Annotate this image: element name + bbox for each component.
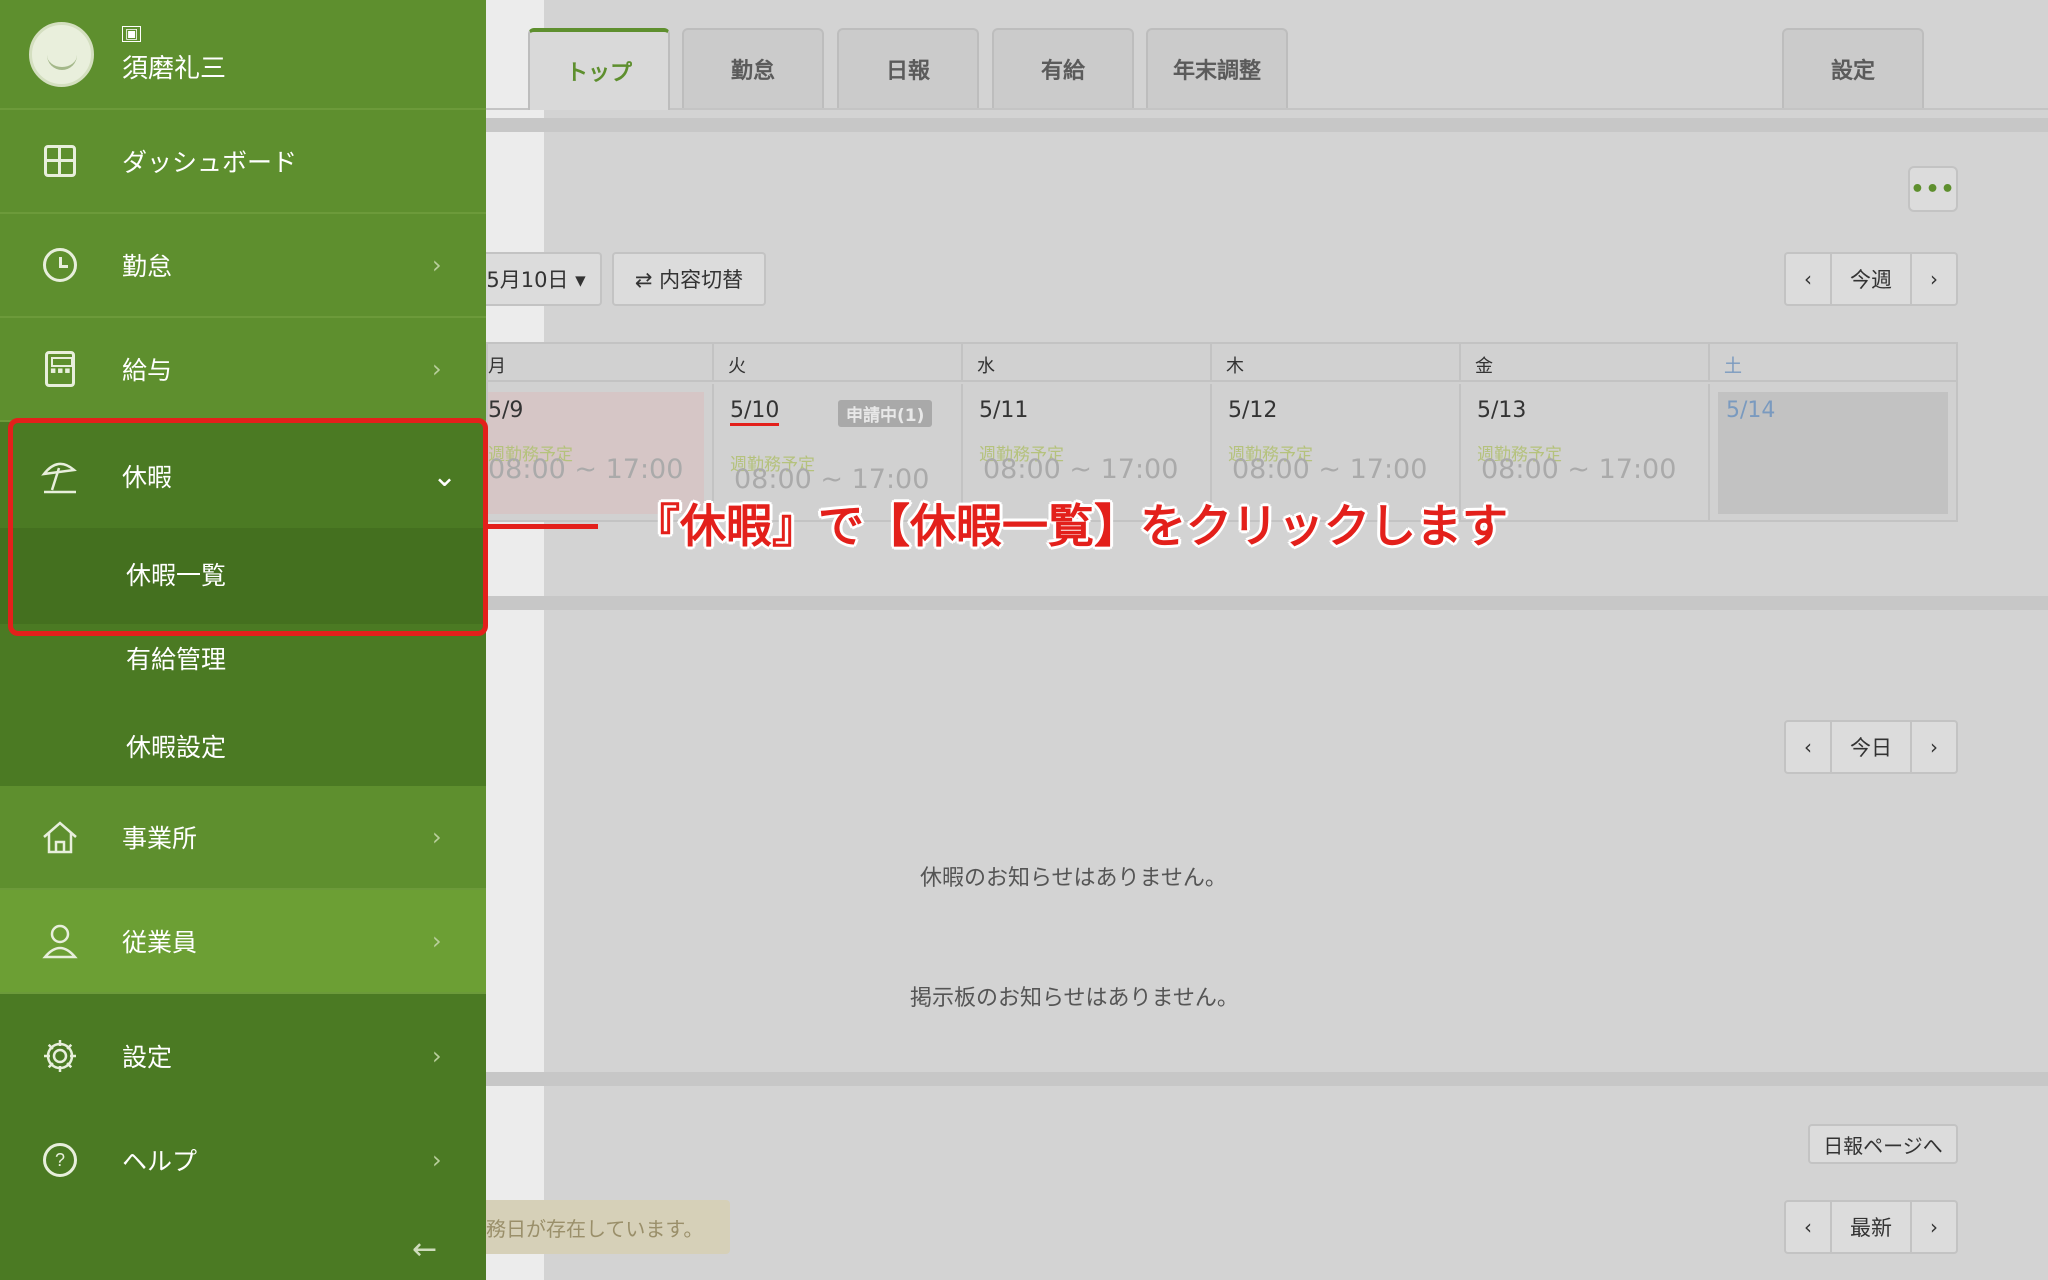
sidebar-item-label: ダッシュボード	[122, 148, 298, 177]
calculator-icon	[40, 349, 80, 389]
next-day-button[interactable]: ›	[1912, 722, 1956, 772]
day-date: 5/9	[488, 398, 524, 423]
latest-nav: ‹ 最新 ›	[1784, 1200, 1958, 1254]
weekday-header: 水	[963, 344, 1212, 382]
gear-icon	[40, 1036, 80, 1076]
weekday-header: 月	[488, 344, 714, 382]
sidebar-item-label: 勤怠	[122, 252, 173, 281]
tab-year-end[interactable]: 年末調整	[1146, 28, 1288, 108]
prev-report-button[interactable]: ‹	[1786, 1202, 1830, 1252]
user-profile[interactable]: ▣ 須磨礼三	[0, 0, 486, 110]
sidebar-item-office[interactable]: 事業所 ›	[0, 786, 486, 890]
sidebar-subitem-paid-leave[interactable]: 有給管理	[0, 624, 486, 710]
chevron-right-icon: ›	[432, 1042, 442, 1070]
weekday-header: 火	[714, 344, 963, 382]
home-icon	[40, 817, 80, 857]
dashboard-icon	[40, 141, 80, 181]
sidebar-item-label: 従業員	[122, 928, 198, 957]
id-card-icon: ▣	[122, 26, 142, 42]
section-divider	[486, 118, 2048, 132]
sidebar-item-label: 設定	[122, 1043, 173, 1072]
chevron-right-icon: ›	[432, 823, 442, 851]
week-nav: ‹ 今週 ›	[1784, 252, 1958, 306]
sidebar-item-label: ヘルプ	[122, 1147, 198, 1176]
prev-day-button[interactable]: ‹	[1786, 722, 1830, 772]
user-name: 須磨礼三	[122, 54, 227, 84]
latest-button[interactable]: 最新	[1830, 1202, 1912, 1252]
sidebar-item-attendance[interactable]: 勤怠 ›	[0, 214, 486, 318]
prev-week-button[interactable]: ‹	[1786, 254, 1830, 304]
annotation-connector-line	[488, 524, 598, 529]
section-divider	[486, 1072, 2048, 1086]
sidebar-item-settings[interactable]: 設定 ›	[0, 1004, 486, 1108]
day-date: 5/13	[1477, 398, 1527, 423]
sidebar-item-help[interactable]: ? ヘルプ ›	[0, 1108, 486, 1212]
sidebar-item-employees[interactable]: 従業員 ›	[0, 890, 486, 994]
tab-bar-divider	[486, 108, 2048, 110]
section-divider	[486, 596, 2048, 610]
help-icon: ?	[40, 1140, 80, 1180]
day-date: 5/10	[730, 398, 780, 426]
day-time: 08:00 ~ 17:00	[1481, 454, 1677, 485]
date-select[interactable]: 5月10日 ▾	[470, 252, 602, 306]
sidebar-subitem-label: 有給管理	[126, 645, 227, 674]
leave-notice-empty: 休暇のお知らせはありません。	[920, 866, 1227, 891]
clock-icon	[40, 245, 80, 285]
weekday-header: 金	[1461, 344, 1710, 382]
more-options-button[interactable]: •••	[1908, 166, 1958, 212]
day-time: 08:00 ~ 17:00	[983, 454, 1179, 485]
tab-top[interactable]: トップ	[528, 28, 670, 110]
day-nav: ‹ 今日 ›	[1784, 720, 1958, 774]
switch-content-button[interactable]: ⇄ 内容切替	[612, 252, 766, 306]
next-report-button[interactable]: ›	[1912, 1202, 1956, 1252]
collapse-sidebar-icon[interactable]: ←	[412, 1232, 437, 1267]
sidebar-subitem-leave-settings[interactable]: 休暇設定	[0, 710, 486, 786]
avatar	[29, 22, 94, 87]
day-date: 5/12	[1228, 398, 1278, 423]
chevron-right-icon: ›	[432, 251, 442, 279]
person-icon	[40, 921, 80, 961]
sidebar-item-label: 給与	[122, 356, 173, 385]
calendar-day[interactable]: 5/14	[1710, 384, 1956, 522]
sidebar-item-dashboard[interactable]: ダッシュボード	[0, 110, 486, 214]
daily-report-page-link[interactable]: 日報ページへ	[1808, 1124, 1958, 1164]
chevron-right-icon: ›	[432, 355, 442, 383]
tab-attendance[interactable]: 勤怠	[682, 28, 824, 108]
pending-badge: 申請中(1)	[838, 400, 933, 427]
day-time: 08:00 ~ 17:00	[488, 454, 684, 485]
sidebar-item-payroll[interactable]: 給与 ›	[0, 318, 486, 422]
tab-settings[interactable]: 設定	[1782, 28, 1924, 108]
day-date: 5/11	[979, 398, 1029, 423]
day-date: 5/14	[1726, 398, 1776, 423]
annotation-callout-text: 『休暇』で【休暇一覧】をクリックします	[634, 499, 1508, 553]
chevron-right-icon: ›	[432, 927, 442, 955]
board-notice-empty: 掲示板のお知らせはありません。	[910, 986, 1239, 1011]
day-time: 08:00 ~ 17:00	[1232, 454, 1428, 485]
sidebar-subitem-label: 休暇設定	[126, 733, 227, 762]
sidebar-item-label: 事業所	[122, 824, 198, 853]
warning-banner: 務日が存在しています。	[480, 1200, 730, 1254]
today-button[interactable]: 今日	[1830, 722, 1912, 772]
next-week-button[interactable]: ›	[1912, 254, 1956, 304]
this-week-button[interactable]: 今週	[1830, 254, 1912, 304]
tab-daily-report[interactable]: 日報	[837, 28, 979, 108]
sidebar: ▣ 須磨礼三 ダッシュボード 勤怠 › 給与 › 休暇 ⌄ 休暇一覧 有給管理 …	[0, 0, 486, 1280]
content-gutter	[486, 0, 544, 1280]
annotation-highlight-box	[8, 418, 488, 636]
tab-paid-leave[interactable]: 有給	[992, 28, 1134, 108]
weekday-header: 木	[1212, 344, 1461, 382]
chevron-right-icon: ›	[432, 1146, 442, 1174]
weekday-header: 土	[1710, 344, 1956, 382]
